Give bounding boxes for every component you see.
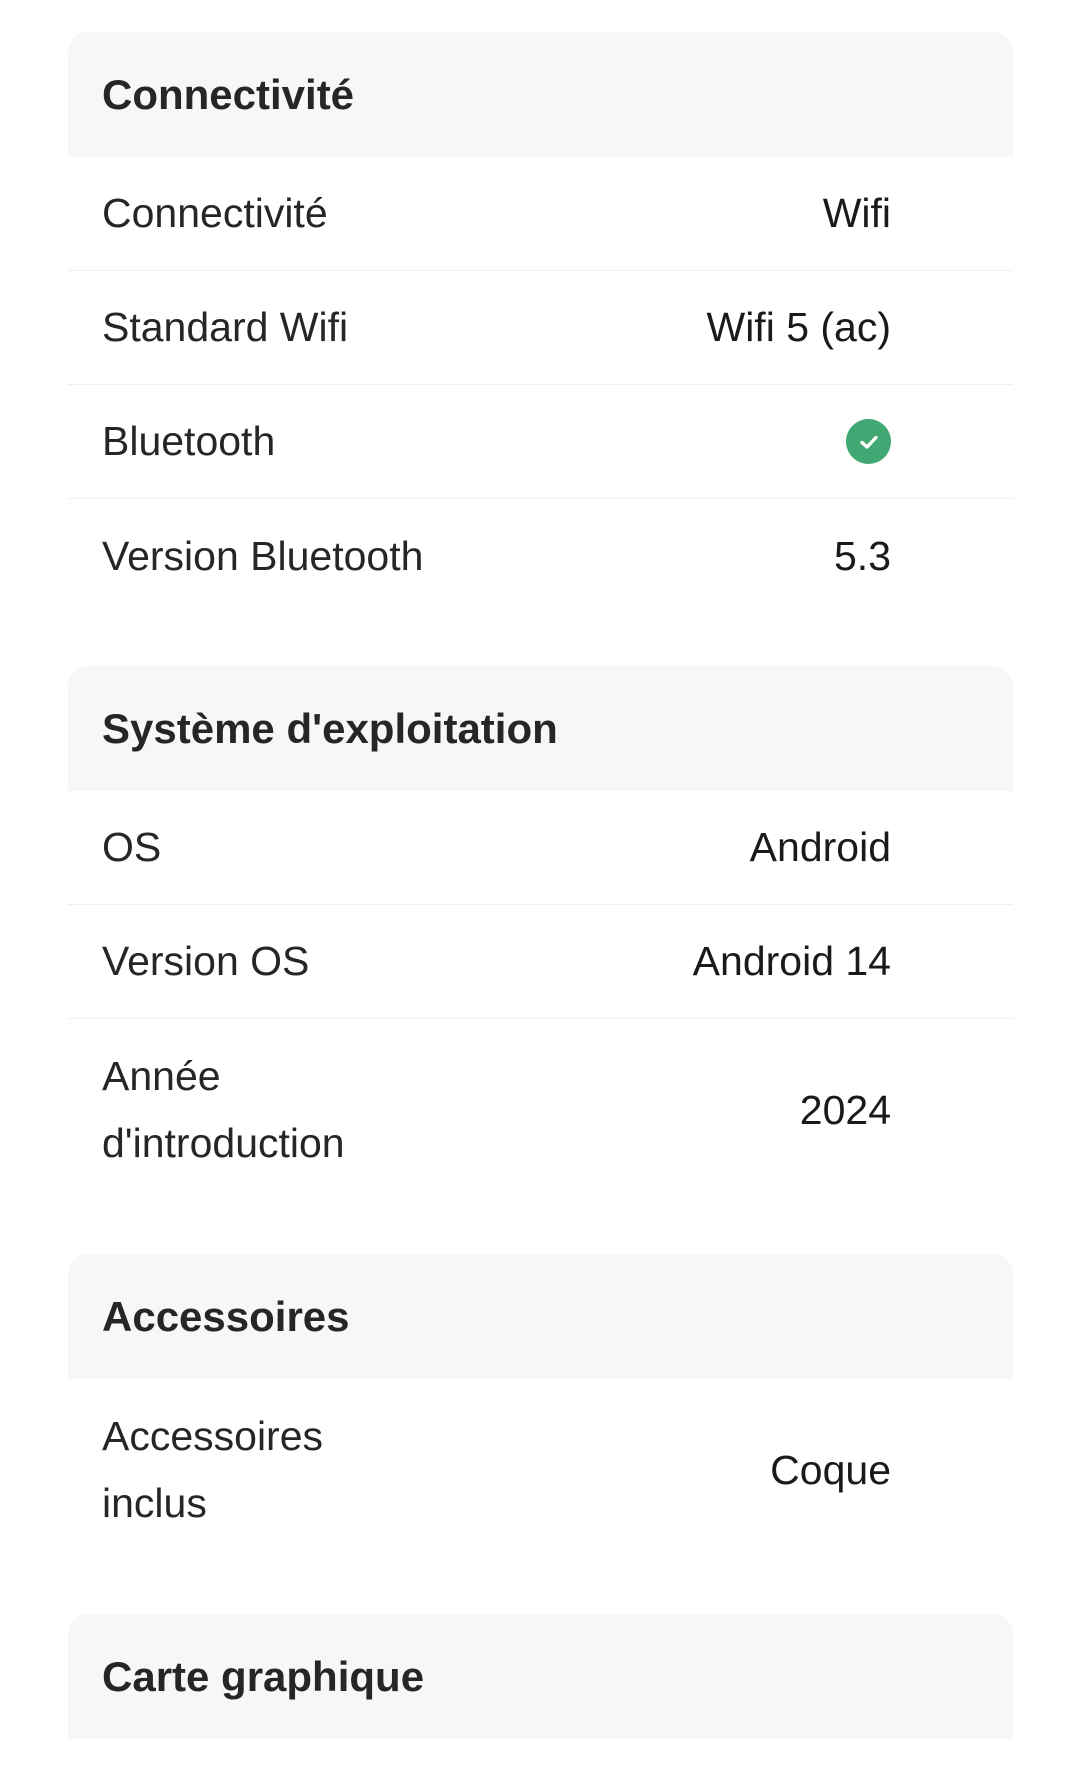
section-title: Carte graphique (68, 1614, 1013, 1739)
section-title: Accessoires (68, 1254, 1013, 1379)
spec-row-version-os: Version OS Android 14 (68, 905, 1013, 1019)
section-title: Connectivité (68, 32, 1013, 157)
spec-value: 5.3 (834, 532, 891, 579)
section-carte-graphique: Carte graphique (68, 1614, 1013, 1739)
spec-row-os: OS Android (68, 791, 1013, 905)
spec-value: 2024 (799, 1086, 891, 1133)
spec-label: OS (102, 824, 162, 870)
spec-label: Bluetooth (102, 418, 276, 464)
spec-row-bluetooth: Bluetooth (68, 385, 1013, 499)
section-connectivite: Connectivité Connectivité Wifi Standard … (68, 32, 1013, 613)
spec-row-accessoires-inclus: Accessoires inclus Coque (68, 1379, 1013, 1561)
spec-value: Android (749, 824, 891, 870)
section-accessoires: Accessoires Accessoires inclus Coque (68, 1254, 1013, 1561)
spec-label: Standard Wifi (102, 304, 349, 350)
spec-row-annee-introduction: Année d'introduction 2024 (68, 1019, 1013, 1201)
spec-label: Connectivité (102, 190, 328, 236)
spec-value: Wifi 5 (ac) (706, 304, 892, 350)
spec-row-connectivite: Connectivité Wifi (68, 157, 1013, 271)
spec-label: Accessoires inclus (102, 1413, 324, 1526)
spec-value: Coque (770, 1446, 891, 1493)
section-systeme-exploitation: Système d'exploitation OS Android Versio… (68, 666, 1013, 1201)
spec-row-version-bluetooth: Version Bluetooth 5.3 (68, 499, 1013, 613)
spec-label: Année d'introduction (102, 1053, 345, 1166)
check-circle-icon (846, 419, 891, 464)
spec-list: Connectivité Connectivité Wifi Standard … (68, 32, 1013, 1792)
spec-value: Android 14 (692, 938, 891, 984)
section-title: Système d'exploitation (68, 666, 1013, 791)
spec-label: Version Bluetooth (102, 532, 424, 579)
spec-row-standard-wifi: Standard Wifi Wifi 5 (ac) (68, 271, 1013, 385)
spec-label: Version OS (102, 938, 310, 984)
spec-value: Wifi (822, 190, 891, 236)
